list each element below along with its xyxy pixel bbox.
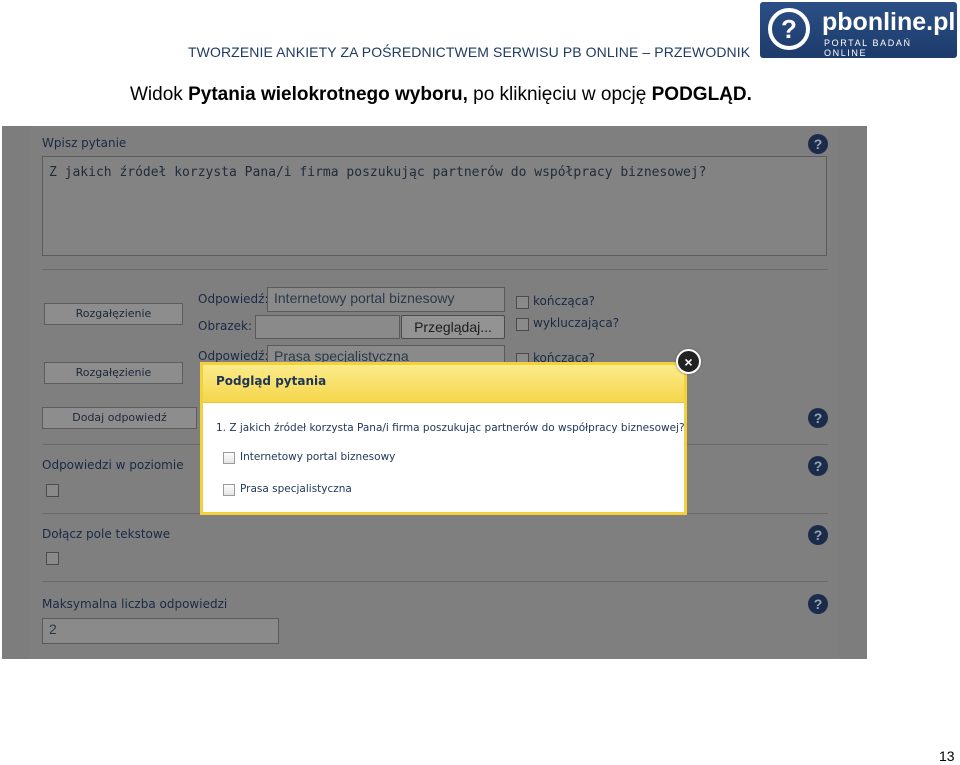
answer-input-1[interactable]: Internetowy portal biznesowy [267,287,505,312]
question-label: Wpisz pytanie [42,136,127,150]
branch-button-2[interactable]: Rozgałęzienie [44,362,183,384]
horizontal-answers-label: Odpowiedzi w poziomie [42,458,184,472]
text-field-checkbox[interactable] [46,552,59,565]
figure-caption: Widok Pytania wielokrotnego wyboru, po k… [130,84,752,106]
divider [42,269,828,270]
option-checkbox[interactable] [223,452,235,464]
question-textarea[interactable]: Z jakich źródeł korzysta Pana/i firma po… [42,156,827,256]
option-label: Prasa specjalistyczna [240,483,352,495]
ending-checkbox-1[interactable] [516,296,529,309]
caption-bold-question-type: Pytania wielokrotnego wyboru, [188,84,468,105]
option-label: Internetowy portal biznesowy [240,451,396,463]
logo-name: pbonline.pl [822,8,956,36]
page-number: 13 [939,748,955,764]
question-mark-logo-icon: ? [768,8,810,50]
close-icon[interactable]: × [676,349,701,374]
branch-button-1[interactable]: Rozgałęzienie [44,303,183,325]
divider [42,581,828,582]
caption-middle: po kliknięciu w opcję [467,84,652,105]
horizontal-answers-checkbox[interactable] [46,484,59,497]
preview-question: 1. Z jakich źródeł korzysta Pana/i firma… [216,422,685,434]
logo-tagline: PORTAL BADAŃ ONLINE [824,38,912,58]
option-checkbox[interactable] [223,484,235,496]
answer-label-1: Odpowiedź: [198,292,269,306]
max-answers-input[interactable]: 2 [42,618,279,644]
document-header: TWORZENIE ANKIETY ZA POŚREDNICTWEM SERWI… [188,44,751,60]
help-icon[interactable]: ? [808,594,828,614]
image-file-input[interactable] [255,315,400,339]
pbonline-logo: ? pbonline.pl PORTAL BADAŃ ONLINE [760,2,957,58]
text-field-label: Dołącz pole tekstowe [42,527,171,541]
help-icon[interactable]: ? [808,408,828,428]
caption-prefix: Widok [130,84,189,105]
max-answers-label: Maksymalna liczba odpowiedzi [42,597,228,611]
excluding-checkbox-1[interactable] [516,318,529,331]
caption-bold-preview: PODGLĄD. [651,84,752,105]
browse-button[interactable]: Przeglądaj... [401,315,505,339]
excluding-label-1: wykluczająca? [533,316,620,330]
preview-modal: Podgląd pytania 1. Z jakich źródeł korzy… [200,362,687,515]
help-icon[interactable]: ? [808,134,828,154]
help-icon[interactable]: ? [808,456,828,476]
answer-label-2: Odpowiedź: [198,349,269,363]
ending-label-1: kończąca? [533,294,596,308]
add-answer-button[interactable]: Dodaj odpowiedź [42,407,197,429]
image-label: Obrazek: [198,319,253,333]
preview-modal-title: Podgląd pytania [203,365,684,403]
help-icon[interactable]: ? [808,525,828,545]
